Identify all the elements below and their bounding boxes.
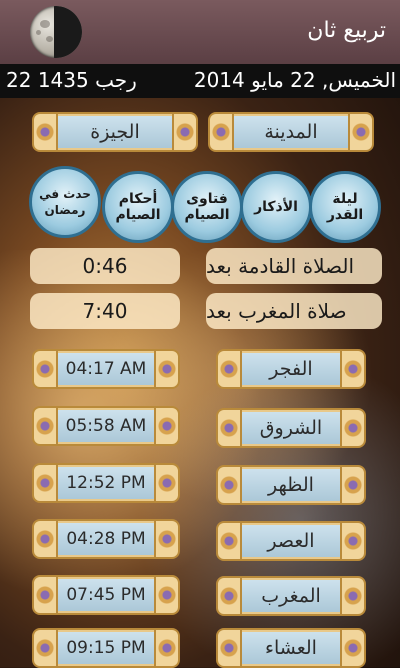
moon-phase-title: تربيع ثان <box>307 18 386 43</box>
prayer-name-dhuhr[interactable]: الظهر <box>216 465 366 505</box>
prayer-time-label: 07:45 PM <box>66 585 146 605</box>
prayer-name-fajr[interactable]: الفجر <box>216 349 366 389</box>
prayer-time-label: 04:17 AM <box>65 359 147 379</box>
city-select-button[interactable]: الجيزة <box>32 112 198 152</box>
ramadan-events-label: حدث في رمضان <box>39 187 91 217</box>
city-value: الجيزة <box>90 121 140 143</box>
city-label: المدينة <box>264 121 318 143</box>
date-bar: 22 رجب 1435 الخميس, 22 مايو 2014 <box>0 64 400 98</box>
city-label-button[interactable]: المدينة <box>208 112 374 152</box>
prayer-time-isha[interactable]: 09:15 PM <box>32 628 180 668</box>
prayer-name-asr[interactable]: العصر <box>216 521 366 561</box>
prayer-time-label: 04:28 PM <box>66 529 146 549</box>
prayer-time-asr[interactable]: 04:28 PM <box>32 519 180 559</box>
prayer-name-label: الشروق <box>259 417 323 439</box>
ramadan-events-button[interactable]: حدث في رمضان <box>29 166 101 238</box>
prayer-name-label: الفجر <box>269 358 313 380</box>
prayer-time-sunrise[interactable]: 05:58 AM <box>32 406 180 446</box>
fasting-fatwas-label: فتاوى الصيام <box>184 191 230 223</box>
hijri-date: 22 رجب 1435 <box>6 68 137 92</box>
prayer-time-label: 05:58 AM <box>65 416 147 436</box>
laylat-al-qadr-button[interactable]: ليلة القدر <box>309 171 381 243</box>
adhkar-label: الأذكار <box>254 199 298 215</box>
prayer-name-sunrise[interactable]: الشروق <box>216 408 366 448</box>
prayer-time-label: 09:15 PM <box>66 638 146 658</box>
moon-phase-icon[interactable] <box>30 6 82 58</box>
maghrib-countdown: 7:40 <box>30 293 180 329</box>
prayer-name-label: العصر <box>267 530 315 552</box>
prayer-name-label: الظهر <box>268 474 314 496</box>
maghrib-countdown-label: صلاة المغرب بعد <box>206 293 382 329</box>
maghrib-countdown-value: 7:40 <box>82 299 128 323</box>
top-bar: تربيع ثان <box>0 0 400 65</box>
prayer-time-maghrib[interactable]: 07:45 PM <box>32 575 180 615</box>
prayer-name-label: المغرب <box>261 585 321 607</box>
prayer-name-maghrib[interactable]: المغرب <box>216 576 366 616</box>
fasting-rules-label: أحكام الصيام <box>115 191 161 223</box>
next-prayer-label-text: الصلاة القادمة بعد <box>206 254 355 278</box>
fasting-fatwas-button[interactable]: فتاوى الصيام <box>171 171 243 243</box>
prayer-time-dhuhr[interactable]: 12:52 PM <box>32 463 180 503</box>
prayer-time-label: 12:52 PM <box>66 473 146 493</box>
next-prayer-countdown: 0:46 <box>30 248 180 284</box>
adhkar-button[interactable]: الأذكار <box>240 171 312 243</box>
next-prayer-countdown-value: 0:46 <box>82 254 128 278</box>
laylat-al-qadr-label: ليلة القدر <box>326 191 364 223</box>
gregorian-date: الخميس, 22 مايو 2014 <box>193 68 396 92</box>
maghrib-countdown-label-text: صلاة المغرب بعد <box>206 299 347 323</box>
prayer-name-label: العشاء <box>265 637 317 659</box>
prayer-name-isha[interactable]: العشاء <box>216 628 366 668</box>
prayer-time-fajr[interactable]: 04:17 AM <box>32 349 180 389</box>
fasting-rules-button[interactable]: أحكام الصيام <box>102 171 174 243</box>
next-prayer-label: الصلاة القادمة بعد <box>206 248 382 284</box>
